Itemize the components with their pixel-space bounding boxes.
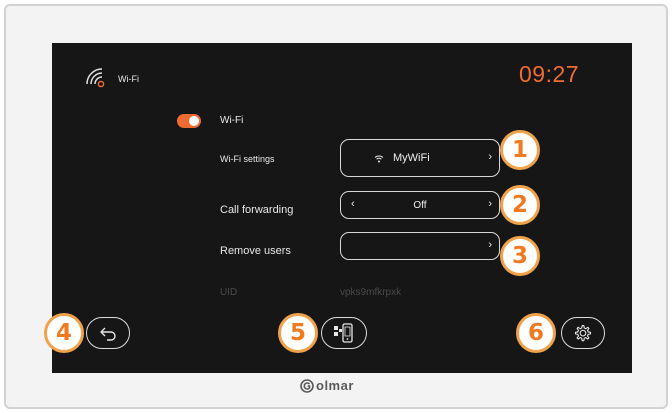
device-pairing-button[interactable]: [321, 317, 367, 349]
chevron-right-icon[interactable]: ›: [488, 198, 492, 210]
call-forwarding-value: Off: [413, 200, 427, 211]
wifi-settings-label: Wi-Fi settings: [220, 154, 275, 164]
chevron-right-icon: ›: [488, 239, 492, 251]
page-title: Wi-Fi: [118, 74, 139, 84]
callout-badge: 3: [500, 236, 540, 276]
settings-button[interactable]: [561, 317, 605, 349]
golmar-logo-icon: [300, 378, 314, 393]
qr-phone-icon: [334, 323, 353, 343]
uid-label: UID: [220, 287, 238, 298]
callout-badge: 5: [278, 313, 318, 353]
toggle-knob: [189, 116, 199, 126]
call-forwarding-selector[interactable]: ‹ Off ›: [340, 191, 500, 219]
back-arrow-icon: [100, 327, 116, 341]
call-forwarding-label: Call forwarding: [220, 204, 294, 216]
wifi-toggle-label: Wi-Fi: [220, 115, 244, 126]
callout-badge: 6: [516, 313, 556, 353]
remove-users-button[interactable]: ›: [340, 232, 500, 260]
uid-value: vpks9mfkrpxk: [340, 287, 402, 298]
wifi-icon: [374, 155, 384, 163]
brand-name: olmar: [316, 378, 354, 393]
remove-users-label: Remove users: [220, 245, 291, 257]
callout-badge: 4: [44, 313, 84, 353]
wifi-toggle[interactable]: [177, 114, 201, 128]
back-button[interactable]: [86, 317, 130, 349]
wifi-settings-button[interactable]: MyWiFi ›: [340, 139, 500, 177]
clock-display: 09:27: [519, 61, 580, 87]
gear-icon: [574, 325, 592, 342]
wifi-network-name: MyWiFi: [393, 152, 430, 164]
chevron-right-icon: ›: [488, 151, 492, 163]
callout-badge: 2: [500, 185, 540, 225]
brand-logo: olmar: [300, 378, 354, 393]
callout-badge: 1: [500, 130, 540, 170]
wifi-signal-icon: [86, 68, 105, 88]
